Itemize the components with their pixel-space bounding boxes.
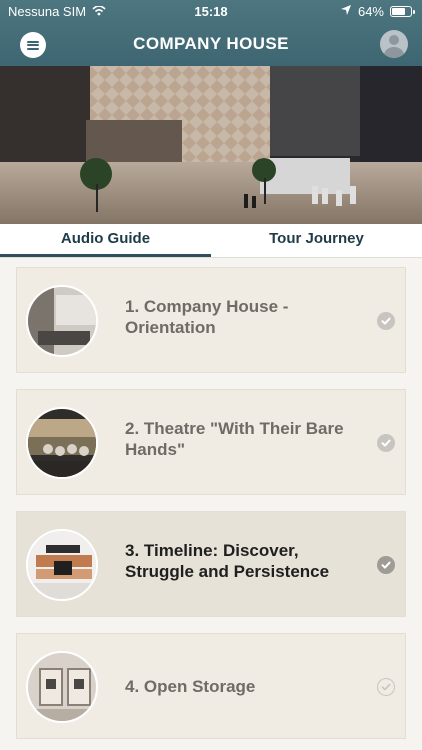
thumbnail-image <box>26 285 98 357</box>
tab-audio-guide[interactable]: Audio Guide <box>0 224 211 258</box>
list-item[interactable]: 4. Open Storage <box>16 633 406 739</box>
audio-guide-list: 1. Company House - Orientation 2. Theatr… <box>0 258 422 750</box>
top-header: Nessuna SIM 15:18 64% COMPANY HOUSE <box>0 0 422 66</box>
tab-selected-underline <box>0 254 211 257</box>
tab-tour-journey[interactable]: Tour Journey <box>211 224 422 258</box>
list-item[interactable]: 1. Company House - Orientation <box>16 267 406 373</box>
check-icon <box>377 556 395 574</box>
check-icon <box>377 434 395 452</box>
check-icon <box>377 312 395 330</box>
app-bar: COMPANY HOUSE <box>0 22 422 66</box>
status-right: 64% <box>340 4 415 19</box>
list-item-title: 3. Timeline: Discover, Struggle and Pers… <box>125 541 330 581</box>
list-item-active[interactable]: 3. Timeline: Discover, Struggle and Pers… <box>16 511 406 617</box>
thumbnail-image <box>26 651 98 723</box>
hero-image <box>0 66 422 224</box>
list-item-title: 1. Company House - Orientation <box>125 297 289 337</box>
tab-bar: Audio Guide Tour Journey <box>0 224 422 258</box>
page-title: COMPANY HOUSE <box>133 34 289 53</box>
list-item-title: 2. Theatre "With Their Bare Hands" <box>125 419 344 459</box>
battery-icon <box>390 6 415 17</box>
thumbnail-image <box>26 407 98 479</box>
battery-fill <box>392 8 405 15</box>
tab-audio-guide-label: Audio Guide <box>60 230 151 247</box>
location-arrow-icon <box>340 4 352 19</box>
status-bar: Nessuna SIM 15:18 64% <box>0 0 422 22</box>
battery-percent: 64% <box>357 4 384 19</box>
tab-tour-journey-label: Tour Journey <box>269 230 364 247</box>
unchecked-icon <box>377 678 395 696</box>
user-avatar-icon[interactable] <box>380 30 408 58</box>
thumbnail-image <box>26 529 98 601</box>
list-item-title: 4. Open Storage <box>125 677 256 696</box>
list-item[interactable]: 2. Theatre "With Their Bare Hands" <box>16 389 406 495</box>
